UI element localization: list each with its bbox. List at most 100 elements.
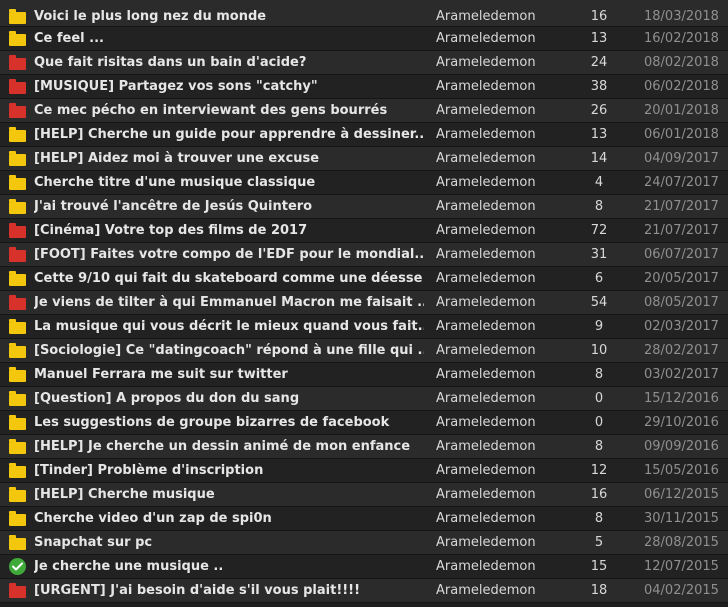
topic-title-link[interactable]: [HELP] Cherche musique	[34, 487, 424, 502]
topic-title-link[interactable]: Cherche titre d'une musique classique	[34, 175, 424, 190]
folder-red-icon	[8, 246, 26, 262]
topic-title-link[interactable]: Que fait risitas dans un bain d'acide?	[34, 55, 424, 70]
topic-reply-count: 8	[594, 511, 604, 526]
topic-title-link[interactable]: Cette 9/10 qui fait du skateboard comme …	[34, 271, 424, 286]
topic-icon-cell	[0, 294, 34, 310]
topic-author: Arameledemon	[436, 391, 536, 406]
topic-icon-cell	[0, 222, 34, 238]
topic-row[interactable]: [Sociologie] Ce "datingcoach" répond à u…	[0, 339, 728, 363]
folder-yellow-icon	[8, 270, 26, 286]
topic-title-link[interactable]: Ce feel ...	[34, 31, 424, 46]
topic-reply-count: 6	[594, 271, 604, 286]
topic-reply-count: 8	[594, 367, 604, 382]
topic-row[interactable]: [HELP] Cherche un guide pour apprendre à…	[0, 123, 728, 147]
topic-row[interactable]: Ce mec pécho en interviewant des gens bo…	[0, 99, 728, 123]
topic-reply-count: 10	[590, 343, 608, 358]
folder-red-icon	[8, 78, 26, 94]
topic-row[interactable]: Cette 9/10 qui fait du skateboard comme …	[0, 267, 728, 291]
topic-title-link[interactable]: Voici le plus long nez du monde	[34, 9, 424, 24]
topic-title-link[interactable]: [Cinéma] Votre top des films de 2017	[34, 223, 424, 238]
topic-last-date: 28/02/2017	[644, 343, 719, 358]
topic-row[interactable]: [MUSIQUE] Partagez vos sons "catchy" Aram…	[0, 75, 728, 99]
topic-reply-count: 14	[590, 151, 608, 166]
topic-title-link[interactable]: Manuel Ferrara me suit sur twitter	[34, 367, 424, 382]
topic-last-date: 06/12/2015	[644, 487, 719, 502]
topic-author: Arameledemon	[436, 55, 536, 70]
topic-author: Arameledemon	[436, 343, 536, 358]
topic-icon-cell	[0, 54, 34, 70]
topic-reply-count: 72	[590, 223, 608, 238]
topic-row[interactable]: Snapchat sur pc Arameledemon 5 28/08/2015	[0, 531, 728, 555]
check-resolved-icon	[8, 558, 26, 575]
topic-title-link[interactable]: Snapchat sur pc	[34, 535, 424, 550]
topic-row[interactable]: [Cinéma] Votre top des films de 2017 Aram…	[0, 219, 728, 243]
topic-last-date: 12/07/2015	[644, 559, 719, 574]
topic-title-link[interactable]: [Tinder] Problème d'inscription	[34, 463, 424, 478]
topic-author: Arameledemon	[436, 247, 536, 262]
topic-author: Arameledemon	[436, 151, 536, 166]
topic-list: Voici le plus long nez du monde Aramelede…	[0, 0, 728, 603]
topic-title-link[interactable]: [URGENT] J'ai besoin d'aide s'il vous pl…	[34, 583, 424, 598]
topic-title-link[interactable]: [Sociologie] Ce "datingcoach" répond à u…	[34, 343, 424, 358]
topic-last-date: 06/01/2018	[644, 127, 719, 142]
topic-row[interactable]: Je cherche une musique .. Arameledemon 15 1…	[0, 555, 728, 579]
topic-title-link[interactable]: J'ai trouvé l'ancêtre de Jesús Quintero	[34, 199, 424, 214]
folder-yellow-icon	[8, 150, 26, 166]
topic-row[interactable]: [HELP] Cherche musique Arameledemon 16 06/1…	[0, 483, 728, 507]
topic-row[interactable]: [HELP] Aidez moi à trouver une excuse Ara…	[0, 147, 728, 171]
topic-icon-cell	[0, 102, 34, 118]
topic-title-link[interactable]: Ce mec pécho en interviewant des gens bo…	[34, 103, 424, 118]
topic-row[interactable]: Que fait risitas dans un bain d'acide? Ar…	[0, 51, 728, 75]
topic-title-link[interactable]: Les suggestions de groupe bizarres de fa…	[34, 415, 424, 430]
topic-row[interactable]: Je viens de tilter à qui Emmanuel Macron…	[0, 291, 728, 315]
topic-author: Arameledemon	[436, 559, 536, 574]
folder-red-icon	[8, 222, 26, 238]
topic-last-date: 24/07/2017	[644, 175, 719, 190]
topic-title-link[interactable]: Je cherche une musique ..	[34, 559, 424, 574]
topic-row[interactable]: [Tinder] Problème d'inscription Aramelede…	[0, 459, 728, 483]
topic-row[interactable]: Cherche titre d'une musique classique Ara…	[0, 171, 728, 195]
topic-last-date: 08/05/2017	[644, 295, 719, 310]
topic-title-link[interactable]: La musique qui vous décrit le mieux quan…	[34, 319, 424, 334]
topic-last-date: 03/02/2017	[644, 367, 719, 382]
topic-title-link[interactable]: [HELP] Aidez moi à trouver une excuse	[34, 151, 424, 166]
folder-yellow-icon	[8, 126, 26, 142]
topic-title-link[interactable]: Je viens de tilter à qui Emmanuel Macron…	[34, 295, 424, 310]
topic-author: Arameledemon	[436, 535, 536, 550]
topic-reply-count: 18	[590, 583, 608, 598]
topic-last-date: 29/10/2016	[644, 415, 719, 430]
topic-row[interactable]: Manuel Ferrara me suit sur twitter Aramel…	[0, 363, 728, 387]
topic-author: Arameledemon	[436, 223, 536, 238]
topic-row[interactable]: [FOOT] Faites votre compo de l'EDF pour …	[0, 243, 728, 267]
topic-last-date: 28/08/2015	[644, 535, 719, 550]
topic-row[interactable]: [HELP] Je cherche un dessin animé de mon…	[0, 435, 728, 459]
topic-title-link[interactable]: [MUSIQUE] Partagez vos sons "catchy"	[34, 79, 424, 94]
topic-row[interactable]: [URGENT] J'ai besoin d'aide s'il vous pl…	[0, 579, 728, 603]
folder-yellow-icon	[8, 462, 26, 478]
topic-title-link[interactable]: [FOOT] Faites votre compo de l'EDF pour …	[34, 247, 424, 262]
topic-reply-count: 13	[590, 127, 608, 142]
topic-last-date: 16/02/2018	[644, 31, 719, 46]
topic-title-link[interactable]: [Question] A propos du don du sang	[34, 391, 424, 406]
topic-title-link[interactable]: Cherche video d'un zap de spi0n	[34, 511, 424, 526]
topic-row[interactable]: La musique qui vous décrit le mieux quan…	[0, 315, 728, 339]
topic-row[interactable]: Les suggestions de groupe bizarres de fa…	[0, 411, 728, 435]
topic-reply-count: 31	[590, 247, 608, 262]
topic-row[interactable]: Voici le plus long nez du monde Aramelede…	[0, 0, 728, 27]
topic-title-link[interactable]: [HELP] Je cherche un dessin animé de mon…	[34, 439, 424, 454]
topic-row[interactable]: Ce feel ... Arameledemon 13 16/02/2018	[0, 27, 728, 51]
folder-yellow-icon	[8, 390, 26, 406]
folder-red-icon	[8, 582, 26, 598]
topic-icon-cell	[0, 438, 34, 454]
topic-row[interactable]: J'ai trouvé l'ancêtre de Jesús Quintero A…	[0, 195, 728, 219]
topic-reply-count: 8	[594, 199, 604, 214]
topic-icon-cell	[0, 510, 34, 526]
topic-row[interactable]: [Question] A propos du don du sang Aramel…	[0, 387, 728, 411]
folder-red-icon	[8, 102, 26, 118]
topic-author: Arameledemon	[436, 295, 536, 310]
topic-last-date: 06/02/2018	[644, 79, 719, 94]
topic-title-link[interactable]: [HELP] Cherche un guide pour apprendre à…	[34, 127, 424, 142]
topic-icon-cell	[0, 390, 34, 406]
topic-row[interactable]: Cherche video d'un zap de spi0n Aramelede…	[0, 507, 728, 531]
folder-yellow-icon	[8, 486, 26, 502]
